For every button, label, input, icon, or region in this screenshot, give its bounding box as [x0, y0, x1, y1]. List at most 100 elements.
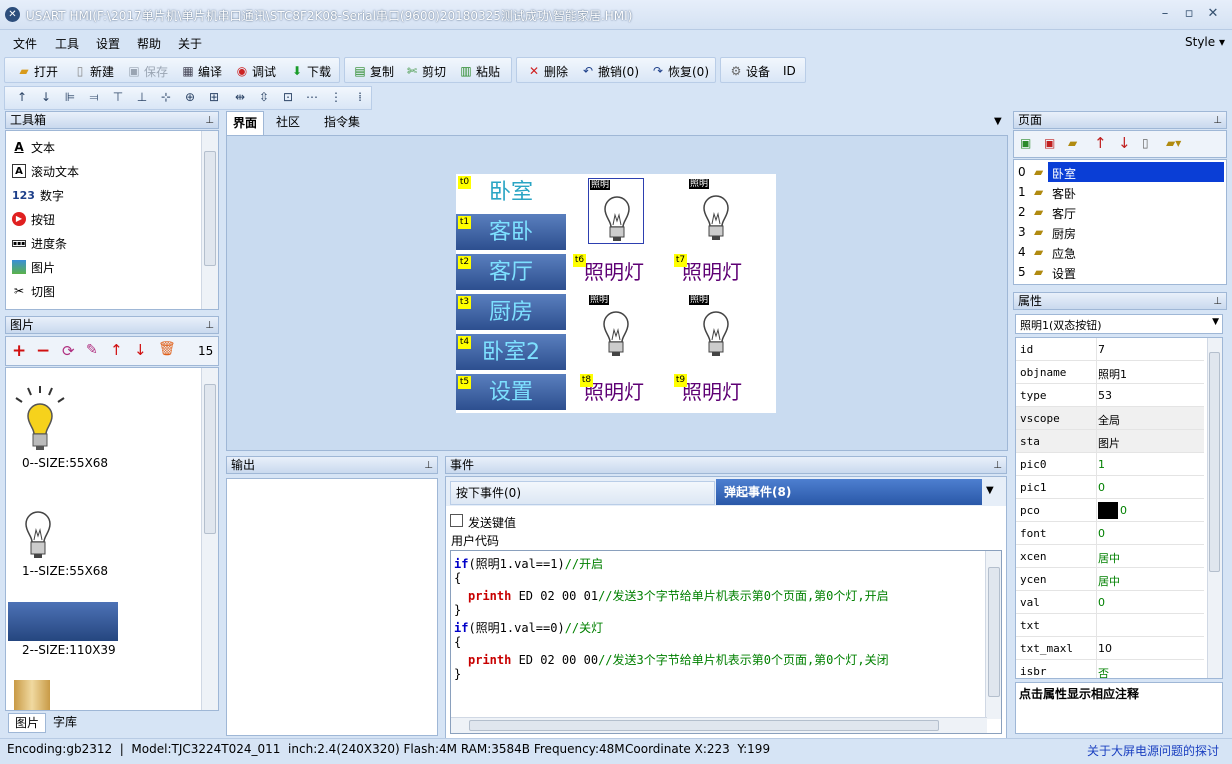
tab-commands[interactable]: 指令集 — [318, 111, 366, 135]
room-button[interactable]: 卧室 — [456, 174, 566, 212]
pin-icon[interactable]: ⊥ — [205, 318, 214, 334]
color-swatch[interactable] — [1098, 502, 1118, 519]
edit-icon[interactable]: ✎ — [86, 342, 98, 358]
lamp-label[interactable]: 照明灯 — [584, 376, 644, 405]
open-button[interactable]: ▰ 打开 — [17, 62, 58, 80]
trash-icon[interactable]: 🗑 — [158, 341, 176, 357]
output-area[interactable] — [226, 478, 438, 736]
property-value[interactable]: 照明1 — [1098, 366, 1127, 382]
refresh-icon[interactable]: ⟳ — [62, 342, 75, 360]
redo-button[interactable]: ↷ 恢复(0) — [651, 62, 709, 80]
property-value[interactable]: 53 — [1098, 389, 1112, 402]
page-item[interactable]: 5 ▰ 设置 — [1014, 262, 1224, 282]
add-icon[interactable]: + — [12, 341, 26, 361]
toolbox-item-crop[interactable]: ✂ 切图 — [12, 281, 55, 301]
code-editor[interactable]: if(照明1.val==1)//开启 { printh ED 02 00 01/… — [450, 550, 1002, 734]
property-value[interactable]: 0 — [1120, 504, 1127, 517]
property-value[interactable]: 1 — [1098, 458, 1105, 471]
menu-settings[interactable]: 设置 — [96, 35, 120, 52]
center-horizontal-icon[interactable]: ⊹ — [157, 90, 175, 106]
room-button[interactable]: 客卧 — [456, 214, 566, 252]
id-button[interactable]: ID — [783, 62, 796, 80]
lamp-label[interactable]: 照明灯 — [682, 256, 742, 285]
style-menu[interactable]: Style ▾ — [1185, 35, 1225, 49]
code-hscrollbar[interactable] — [451, 717, 987, 733]
property-value[interactable]: 0 — [1098, 527, 1105, 540]
pictures-scrollbar[interactable] — [201, 368, 218, 710]
scroll-thumb[interactable] — [204, 384, 216, 534]
pin-icon[interactable]: ⊥ — [424, 458, 433, 474]
move-up-icon[interactable]: ↑ — [13, 90, 31, 106]
distribute-icon[interactable]: ⁞ — [351, 90, 369, 106]
property-row[interactable]: txt_maxl 10 — [1016, 637, 1204, 660]
remove-icon[interactable]: − — [36, 341, 50, 361]
scroll-thumb[interactable] — [1209, 352, 1220, 572]
page-item[interactable]: 2 ▰ 客厅 — [1014, 202, 1224, 222]
copy-button[interactable]: ▤ 复制 — [353, 62, 394, 80]
page-item[interactable]: 0 ▰ 卧室 — [1014, 162, 1224, 182]
property-value[interactable]: 全局 — [1098, 412, 1120, 428]
copy-page-icon[interactable]: ▯ — [1142, 136, 1149, 150]
new-button[interactable]: ▯ 新建 — [73, 62, 114, 80]
menu-help[interactable]: 帮助 — [137, 35, 161, 52]
property-value[interactable]: 图片 — [1098, 435, 1120, 451]
center-both-icon[interactable]: ⊞ — [205, 90, 223, 106]
tab-ui[interactable]: 界面 — [226, 111, 265, 135]
align-top-icon[interactable]: ⊤ — [109, 90, 127, 106]
property-value[interactable]: 0 — [1098, 481, 1105, 494]
room-button[interactable]: 设置 — [456, 374, 566, 412]
light-toggle-2[interactable]: 照明 — [688, 178, 744, 244]
move-up-icon[interactable]: ↑ — [110, 341, 123, 359]
property-row[interactable]: pic1 0 — [1016, 476, 1204, 499]
toolbox-scrollbar[interactable] — [201, 131, 218, 309]
download-button[interactable]: ⬇ 下载 — [290, 62, 331, 80]
move-down-icon[interactable]: ↓ — [1118, 134, 1131, 152]
move-down-icon[interactable]: ↓ — [37, 90, 55, 106]
maximize-icon[interactable]: ▫ — [1178, 5, 1200, 23]
bulb-on-image[interactable] — [8, 384, 68, 456]
property-row[interactable]: font 0 — [1016, 522, 1204, 545]
tab-dropdown-icon[interactable]: ▼ — [988, 111, 1008, 135]
light-toggle-3[interactable]: 照明 — [588, 294, 644, 360]
property-row[interactable]: ycen 居中 — [1016, 568, 1204, 591]
pin-icon[interactable]: ⊥ — [1213, 113, 1222, 129]
debug-button[interactable]: ◉ 调试 — [235, 62, 276, 80]
toolbox-item-button[interactable]: ▶ 按钮 — [12, 209, 55, 229]
property-value[interactable]: 10 — [1098, 642, 1112, 655]
property-row[interactable]: id 7 — [1016, 338, 1204, 361]
property-row[interactable]: objname 照明1 — [1016, 361, 1204, 384]
toolbox-item-scroll-text[interactable]: A 滚动文本 — [12, 161, 79, 181]
move-down-icon[interactable]: ↓ — [134, 341, 147, 359]
light-toggle-4[interactable]: 照明 — [688, 294, 744, 360]
scroll-thumb[interactable] — [469, 720, 939, 731]
folder-page-icon[interactable]: ▰ — [1068, 136, 1077, 150]
tab-community[interactable]: 社区 — [270, 111, 306, 135]
room-button[interactable]: 卧室2 — [456, 334, 566, 372]
object-selector[interactable]: 照明1(双态按钮) ▼ — [1015, 314, 1223, 334]
menu-file[interactable]: 文件 — [13, 35, 37, 52]
power-topic-link[interactable]: 关于大屏电源问题的探讨 — [1087, 742, 1219, 759]
property-row[interactable]: pic0 1 — [1016, 453, 1204, 476]
align-right-icon[interactable]: ⫤ — [85, 90, 103, 106]
pin-icon[interactable]: ⊥ — [1213, 294, 1222, 310]
scroll-thumb[interactable] — [204, 151, 216, 266]
property-value[interactable]: 居中 — [1098, 550, 1120, 566]
scroll-thumb[interactable] — [988, 567, 1000, 697]
toolbox-item-number[interactable]: 123 数字 — [12, 185, 64, 205]
delete-page-icon[interactable]: ▣ — [1044, 136, 1055, 150]
same-size-icon[interactable]: ⊡ — [279, 90, 297, 106]
lamp-label[interactable]: 照明灯 — [584, 256, 644, 285]
add-page-icon[interactable]: ▣ — [1020, 136, 1031, 150]
menu-about[interactable]: 关于 — [178, 35, 202, 52]
property-value[interactable]: 0 — [1098, 596, 1105, 609]
space-horizontal-icon[interactable]: ⋯ — [303, 90, 321, 106]
bulb-off-image[interactable] — [18, 506, 58, 564]
property-row[interactable]: isbr 否 — [1016, 660, 1204, 678]
page-item[interactable]: 4 ▰ 应急 — [1014, 242, 1224, 262]
tab-release-event[interactable]: 弹起事件(8) — [716, 479, 982, 505]
room-button[interactable]: 厨房 — [456, 294, 566, 332]
lamp-label[interactable]: 照明灯 — [682, 376, 742, 405]
tab-pictures[interactable]: 图片 — [8, 713, 46, 733]
pin-icon[interactable]: ⊥ — [205, 113, 214, 129]
property-value[interactable]: 否 — [1098, 665, 1109, 678]
